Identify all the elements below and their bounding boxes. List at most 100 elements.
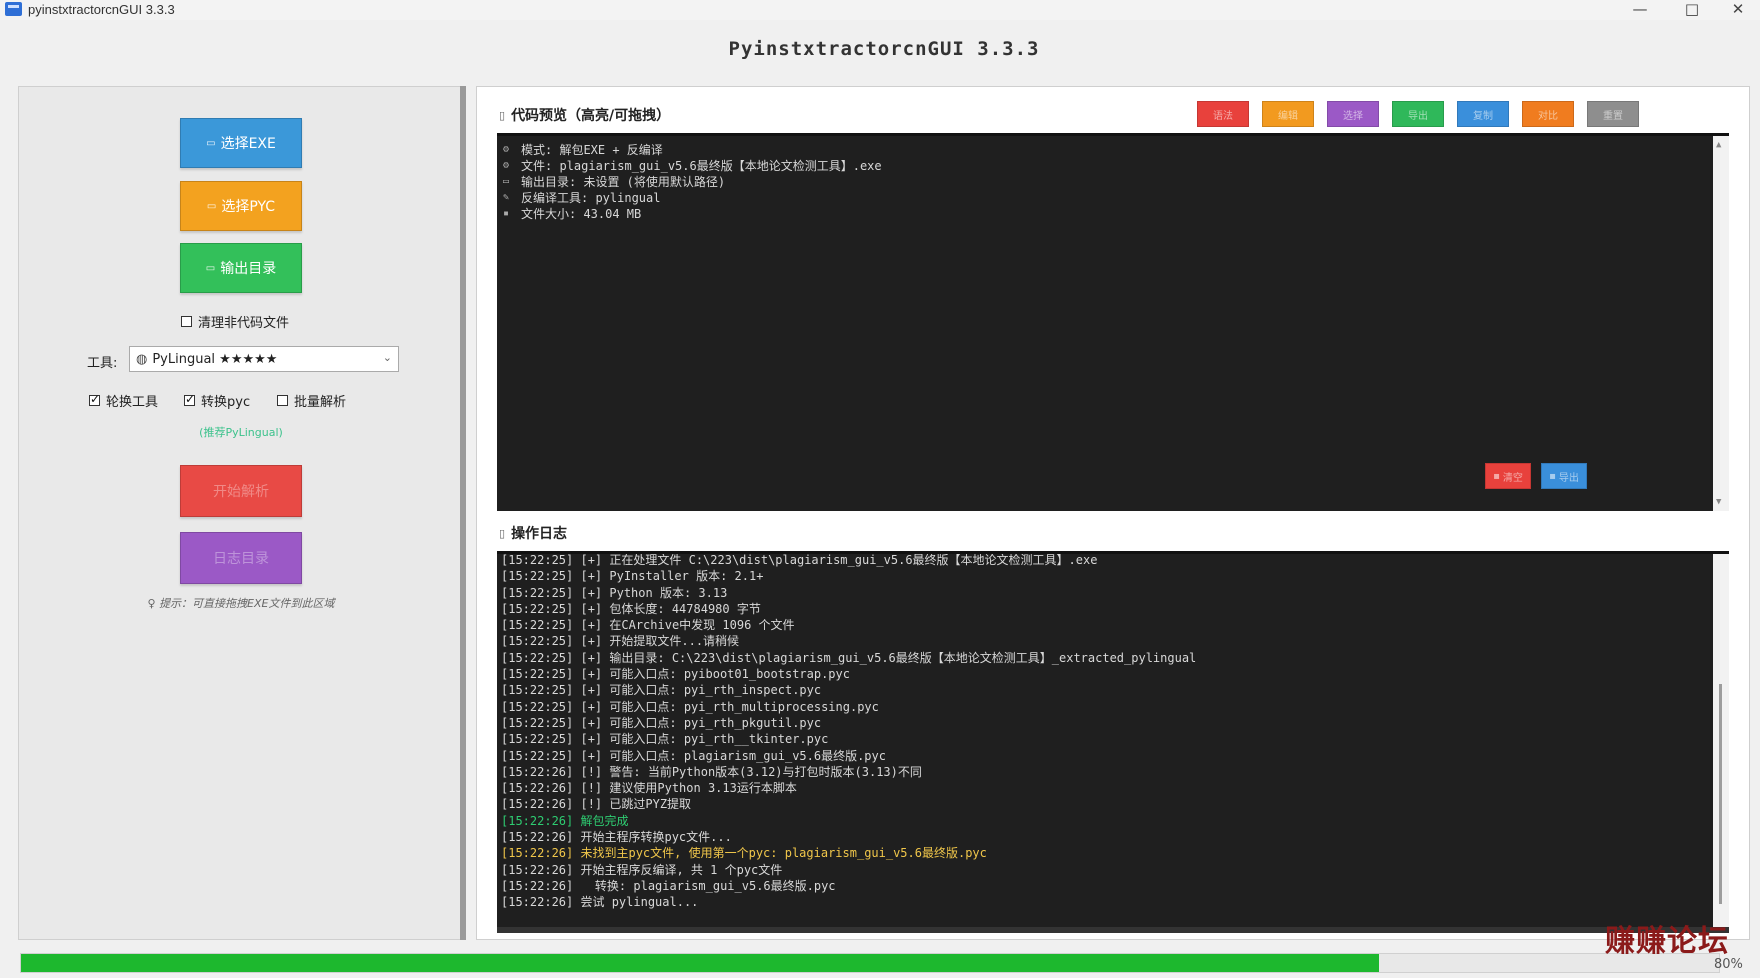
rotate-checkbox-box[interactable]	[89, 392, 100, 406]
maximize-button[interactable]: □	[1672, 0, 1712, 20]
preview-toolbar-button-5[interactable]: 对比	[1522, 101, 1574, 127]
preview-toolbar-label: 语法	[1213, 110, 1233, 122]
lightbulb-icon: ♀	[147, 597, 160, 610]
code-preview-scrollbar[interactable]: ▲ ▼	[1713, 136, 1729, 511]
log-line: [15:22:25] [+] PyInstaller 版本: 2.1+	[501, 569, 764, 584]
log-dir-label: 日志目录	[213, 551, 269, 567]
code-preview-title: ▯ 代码预览（高亮/可拖拽）	[499, 105, 670, 125]
select-exe-button[interactable]: ▭ 选择EXE	[180, 118, 302, 168]
rotate-checkbox-label: 轮换工具	[106, 395, 159, 410]
operation-log-lines: [15:22:25] [+] 正在处理文件 C:\223\dist\plagia…	[501, 554, 1196, 911]
log-line: [15:22:26] 开始主程序反编译, 共 1 个pyc文件	[501, 862, 783, 877]
code-line-text: 模式: 解包EXE + 反编译	[521, 143, 663, 157]
progress-fill	[21, 954, 1380, 972]
preview-toolbar-button-4[interactable]: 复制	[1457, 101, 1509, 127]
preview-toolbar-label: 选择	[1343, 110, 1363, 122]
preview-toolbar-label: 重置	[1603, 110, 1623, 122]
convert-pyc-checkbox[interactable]: 转换pyc	[184, 391, 250, 410]
log-scrollbar-thumb[interactable]	[1719, 684, 1722, 904]
tool-select[interactable]: ◍ PyLingual ★★★★★ ⌄	[129, 346, 399, 372]
code-preview-title-text: 代码预览（高亮/可拖拽）	[511, 108, 671, 124]
line-icon: ⚙	[503, 160, 510, 171]
log-clear-button[interactable]: ▪ 清空	[1485, 463, 1531, 489]
export-icon: ▪	[1549, 470, 1556, 482]
recommend-text: (推荐PyLingual)	[199, 426, 283, 439]
window-title: pyinstxtractorcnGUI 3.3.3	[28, 2, 175, 17]
code-line-text: 文件: plagiarism_gui_v5.6最终版【本地论文检测工具】.exe	[521, 159, 882, 173]
log-line: [15:22:26] 解包完成	[501, 813, 629, 828]
preview-toolbar-button-6[interactable]: 重置	[1587, 101, 1639, 127]
left-panel[interactable]: ▭ 选择EXE ▭ 选择PYC ▭ 输出目录 清理非代码文件 工具: ◍ PyL…	[18, 86, 462, 940]
convert-checkbox-label: 转换pyc	[201, 395, 251, 410]
rotate-tool-checkbox[interactable]: 轮换工具	[89, 391, 158, 410]
code-line-text: 输出目录: 未设置 (将使用默认路径)	[521, 175, 726, 189]
log-line: [15:22:26] 未找到主pyc文件, 使用第一个pyc: plagiari…	[501, 846, 987, 861]
code-line-text: 文件大小: 43.04 MB	[521, 207, 642, 221]
log-export-label: 导出	[1558, 472, 1579, 484]
log-line: [15:22:25] [+] 可能入口点: pyi_rth_pkgutil.py…	[501, 715, 822, 730]
start-parse-button[interactable]: 开始解析	[180, 465, 302, 517]
code-line: ⚙ 模式: 解包EXE + 反编译	[503, 142, 882, 158]
code-line: ✎ 反编译工具: pylingual	[503, 190, 882, 206]
output-dir-button[interactable]: ▭ 输出目录	[180, 243, 302, 293]
log-line: [15:22:26] [!] 已跳过PYZ提取	[501, 797, 692, 812]
preview-toolbar-label: 编辑	[1278, 110, 1298, 122]
log-icon: ▯	[499, 526, 506, 540]
preview-toolbar-button-1[interactable]: 编辑	[1262, 101, 1314, 127]
batch-parse-checkbox[interactable]: 批量解析	[277, 391, 346, 410]
select-pyc-label: 选择PYC	[221, 199, 276, 215]
log-line: [15:22:26] 开始主程序转换pyc文件...	[501, 830, 732, 845]
log-horizontal-scrollbar[interactable]	[497, 927, 1729, 933]
preview-toolbar-button-0[interactable]: 语法	[1197, 101, 1249, 127]
window-titlebar: pyinstxtractorcnGUI 3.3.3 — □ ✕	[0, 0, 1760, 20]
line-icon: ▪	[503, 208, 510, 219]
code-preview-lines: ⚙ 模式: 解包EXE + 反编译 ⚙ 文件: plagiarism_gui_v5.6…	[503, 142, 882, 222]
batch-checkbox-box[interactable]	[277, 395, 288, 406]
clean-checkbox-label: 清理非代码文件	[198, 316, 290, 331]
log-dir-button[interactable]: 日志目录	[180, 532, 302, 584]
convert-checkbox-box[interactable]	[184, 392, 195, 406]
code-line: ⚙ 文件: plagiarism_gui_v5.6最终版【本地论文检测工具】.ex…	[503, 158, 882, 174]
operation-log-title: ▯ 操作日志	[499, 523, 567, 543]
log-export-button[interactable]: ▪ 导出	[1541, 463, 1587, 489]
file-icon: ▭	[206, 200, 217, 212]
log-line: [15:22:26] 转换: plagiarism_gui_v5.6最终版.py…	[501, 878, 836, 893]
code-preview-area[interactable]: ⚙ 模式: 解包EXE + 反编译 ⚙ 文件: plagiarism_gui_v5.6…	[497, 133, 1729, 511]
document-icon: ▯	[499, 108, 506, 122]
clean-non-code-checkbox[interactable]: 清理非代码文件	[181, 312, 289, 331]
start-parse-label: 开始解析	[213, 484, 269, 500]
line-icon: ✎	[503, 192, 510, 203]
select-pyc-button[interactable]: ▭ 选择PYC	[180, 181, 302, 231]
log-line: [15:22:25] [+] Python 版本: 3.13	[501, 585, 728, 600]
batch-checkbox-label: 批量解析	[294, 395, 347, 410]
preview-toolbar-label: 对比	[1538, 110, 1558, 122]
panel-splitter[interactable]	[460, 86, 466, 940]
folder-open-icon: ▭	[205, 262, 216, 274]
scroll-down-icon[interactable]: ▼	[1716, 497, 1721, 507]
output-dir-label: 输出目录	[220, 261, 277, 277]
operation-log-area[interactable]: [15:22:25] [+] 正在处理文件 C:\223\dist\plagia…	[497, 551, 1729, 933]
preview-toolbar-button-3[interactable]: 导出	[1392, 101, 1444, 127]
log-line: [15:22:26] [!] 警告: 当前Python版本(3.12)与打包时版…	[501, 764, 922, 779]
log-line: [15:22:25] [+] 开始提取文件...请稍候	[501, 634, 740, 649]
line-icon: ▭	[503, 176, 510, 187]
code-line-text: 反编译工具: pylingual	[521, 191, 661, 205]
drag-hint: ♀ 提示：可直接拖拽EXE文件到此区域	[19, 595, 463, 611]
close-button[interactable]: ✕	[1718, 0, 1758, 20]
log-scrollbar[interactable]	[1713, 554, 1729, 933]
folder-icon: ▭	[206, 137, 216, 149]
scroll-up-icon[interactable]: ▲	[1716, 140, 1721, 150]
preview-toolbar-button-2[interactable]: 选择	[1327, 101, 1379, 127]
log-line: [15:22:26] 尝试 pylingual...	[501, 895, 699, 910]
preview-toolbar-label: 复制	[1473, 110, 1493, 122]
clean-checkbox-box[interactable]	[181, 316, 192, 327]
drag-hint-text: 提示：可直接拖拽EXE文件到此区域	[159, 597, 335, 610]
preview-toolbar-label: 导出	[1408, 110, 1428, 122]
right-panel: ▯ 代码预览（高亮/可拖拽） 语法 编辑 选择 导出 复制 对比 重置 ⚙ 模式: 解包EXE…	[476, 86, 1750, 940]
chevron-down-icon[interactable]: ⌄	[383, 351, 392, 364]
minimize-button[interactable]: —	[1620, 0, 1660, 20]
line-icon: ⚙	[503, 144, 510, 155]
log-clear-label: 清空	[1502, 472, 1523, 484]
tool-label: 工具:	[87, 356, 118, 371]
tool-select-value: PyLingual ★★★★★	[152, 351, 278, 367]
